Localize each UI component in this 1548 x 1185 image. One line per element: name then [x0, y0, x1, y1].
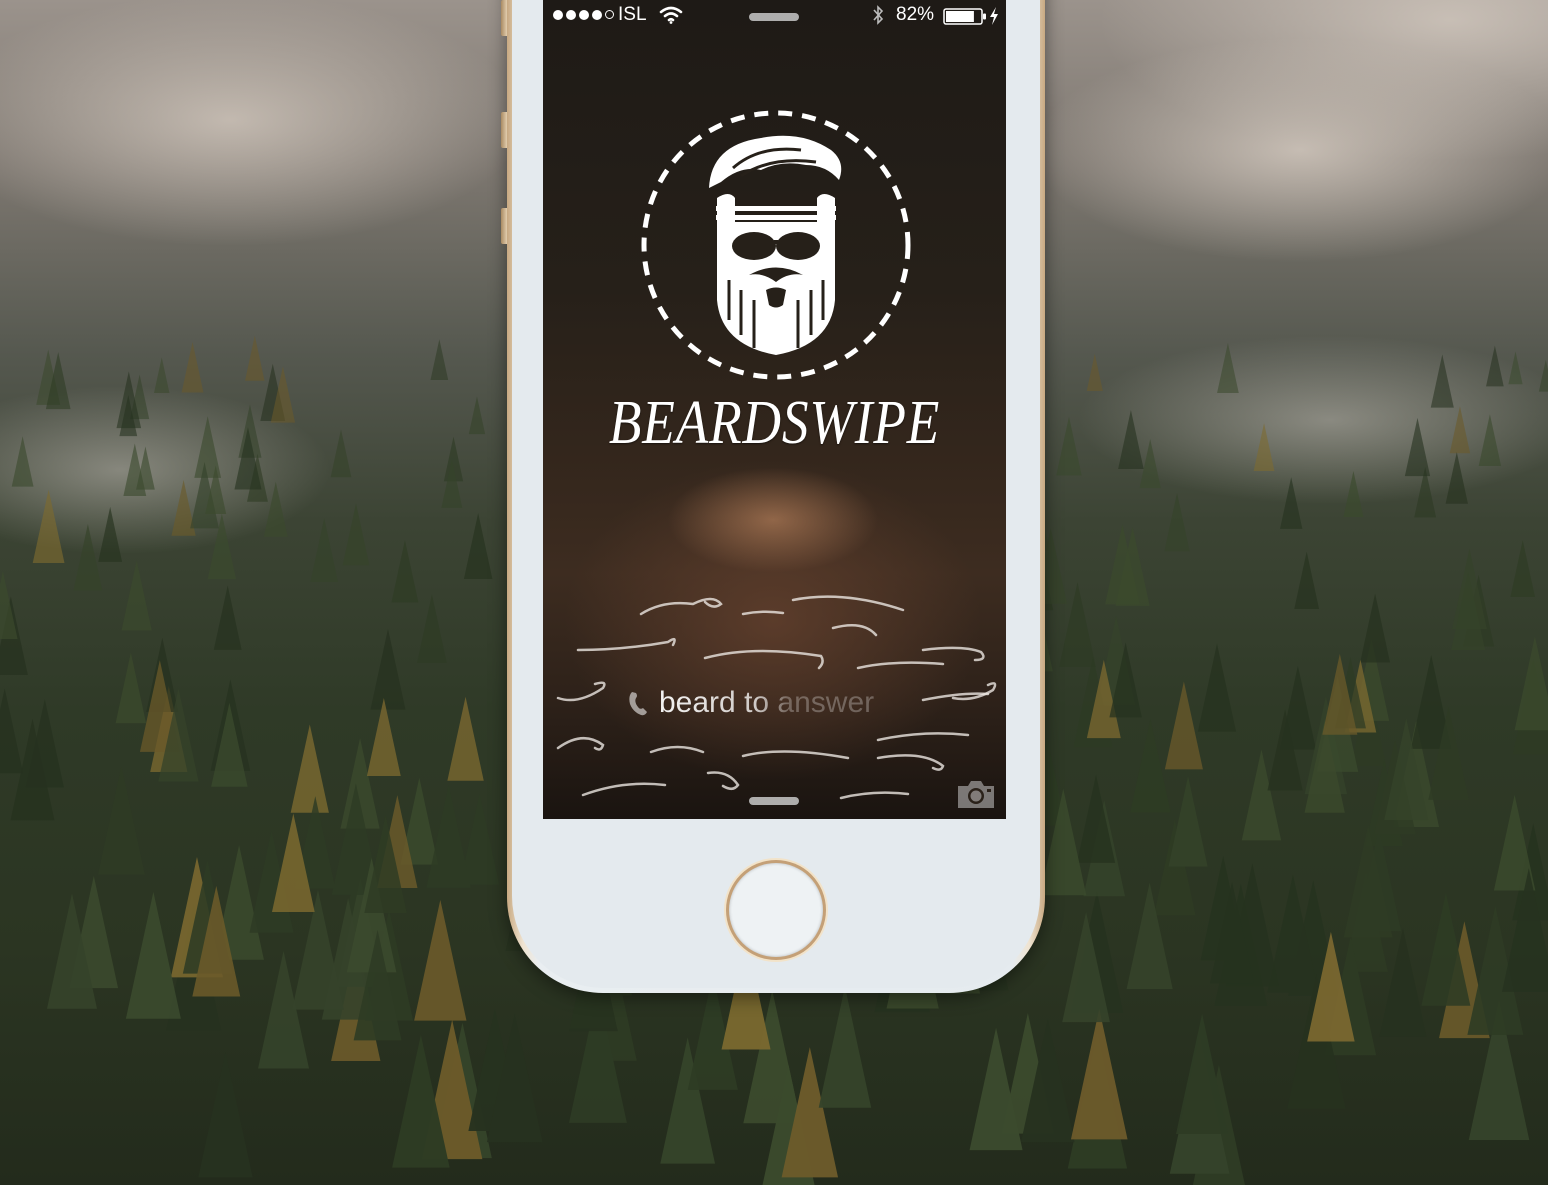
tree-shape [11, 436, 34, 487]
tree-shape [1379, 928, 1427, 1037]
slide-to-answer-label: beard to answer [659, 686, 874, 720]
tree-shape [342, 503, 370, 566]
tree-shape [1430, 354, 1454, 408]
bearded-face-logo-icon [641, 110, 911, 380]
tree-shape [1514, 636, 1548, 731]
tree-shape [1486, 345, 1504, 387]
home-button[interactable] [729, 863, 823, 957]
tree-shape [1343, 470, 1364, 518]
tree-shape [430, 339, 449, 381]
tree-shape [1478, 414, 1502, 466]
status-bar: ISL 82% [543, 0, 1006, 32]
mute-switch [501, 0, 507, 36]
tree-shape [463, 513, 493, 580]
tree-shape [1538, 359, 1548, 392]
tree-shape [263, 481, 288, 537]
volume-up-button [501, 112, 507, 148]
tree-shape [73, 523, 103, 591]
tree-shape [417, 594, 447, 663]
tree-shape [198, 1052, 253, 1178]
tree-shape [1070, 1008, 1128, 1140]
tree-shape [1445, 452, 1468, 504]
tree-shape [1253, 423, 1275, 471]
tree-shape [1164, 681, 1203, 770]
tree-shape [1056, 416, 1082, 476]
tree-shape [1294, 551, 1320, 609]
tree-shape [310, 518, 339, 582]
slide-to-answer[interactable]: beard to answer [627, 686, 874, 720]
control-center-grabber[interactable] [749, 797, 799, 805]
phone-icon [629, 692, 647, 716]
tree-shape [181, 342, 204, 393]
tree-shape [370, 628, 406, 710]
tree-shape [414, 899, 467, 1021]
wifi-icon [659, 6, 683, 24]
tree-shape [1510, 540, 1536, 598]
brand-title: BEARDSWIPE [608, 389, 941, 457]
tree-shape [154, 357, 170, 394]
tree-shape [1280, 477, 1303, 529]
tree-shape [125, 891, 181, 1019]
tree-shape [366, 698, 401, 777]
tree-shape [121, 560, 152, 631]
tree-shape [32, 489, 65, 563]
tree-shape [1217, 342, 1239, 394]
tree-shape [468, 396, 486, 435]
battery-percentage: 82% [896, 4, 935, 25]
bluetooth-icon [873, 5, 884, 25]
tree-shape [1197, 643, 1237, 732]
tree-shape [194, 416, 222, 478]
volume-down-button [501, 208, 507, 244]
tree-shape [330, 429, 352, 478]
tree-shape [0, 688, 24, 774]
tree-shape [1076, 774, 1116, 863]
tree-shape [447, 696, 484, 781]
tree-shape [213, 585, 242, 650]
tree-shape [98, 506, 123, 562]
charging-bolt-icon [990, 7, 998, 25]
tree-shape [0, 571, 18, 639]
battery-icon [943, 8, 986, 25]
carrier-name: ISL [618, 4, 647, 25]
tree-shape [426, 785, 471, 888]
tree-shape [818, 986, 872, 1108]
tree-shape [1118, 410, 1144, 470]
slide-suffix: to answer [735, 686, 875, 719]
tree-shape [1130, 719, 1171, 813]
signal-strength-icon [553, 10, 614, 20]
notification-center-grabber[interactable] [749, 13, 799, 21]
lock-screen: ISL 82% BEARDSWIPE beard to answer [543, 0, 1006, 819]
tree-shape [1508, 351, 1523, 385]
camera-icon[interactable] [956, 778, 996, 810]
tree-shape [1139, 438, 1161, 489]
tree-shape [1404, 417, 1431, 477]
tree-shape [245, 335, 265, 381]
tree-shape [290, 724, 329, 813]
tree-shape [1360, 593, 1391, 663]
tree-shape [391, 540, 419, 603]
tree-shape [1086, 353, 1103, 392]
tree-shape [97, 766, 145, 875]
tree-shape [1449, 406, 1471, 454]
tree-shape [1164, 492, 1190, 552]
slide-action-word: beard [659, 686, 736, 719]
tree-shape [115, 652, 147, 724]
